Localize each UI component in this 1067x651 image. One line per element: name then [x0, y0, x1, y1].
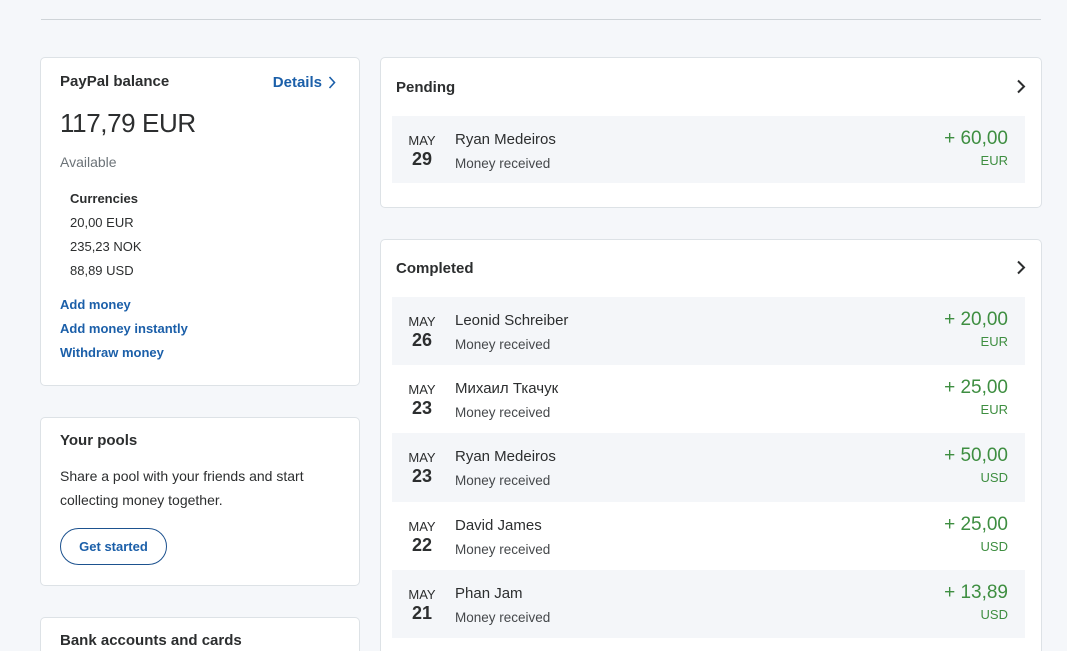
- transaction-currency: EUR: [980, 402, 1008, 417]
- transaction-counterparty: Leonid Schreiber: [455, 312, 569, 329]
- transaction-day: 23: [411, 398, 433, 418]
- transaction-date: MAY 29: [392, 116, 452, 183]
- available-label: Available: [60, 154, 117, 170]
- transaction-month: MAY: [408, 450, 436, 465]
- currency-balance-eur: 20,00 EUR: [70, 215, 134, 230]
- transaction-date: MAY 21: [392, 570, 452, 638]
- transaction-date: MAY 26: [392, 297, 452, 365]
- transaction-amount: + 60,00: [944, 128, 1008, 149]
- transaction-status: Money received: [455, 405, 551, 420]
- transaction-date: MAY 22: [392, 502, 452, 570]
- transaction-currency: USD: [980, 470, 1008, 485]
- transaction-status: Money received: [455, 542, 551, 557]
- transaction-amount: + 50,00: [944, 445, 1008, 466]
- paypal-balance-card: PayPal balance Details 117,79 EUR Availa…: [40, 57, 360, 386]
- completed-transaction-row[interactable]: MAY 26 Leonid Schreiber Money received +…: [392, 297, 1025, 365]
- completed-title: Completed: [396, 260, 474, 277]
- transaction-counterparty: Ryan Medeiros: [455, 448, 556, 465]
- chevron-right-icon[interactable]: [1016, 260, 1026, 275]
- transaction-counterparty: Phan Jam: [455, 585, 523, 602]
- balance-title: PayPal balance: [60, 73, 170, 90]
- transaction-date: MAY 23: [392, 365, 452, 433]
- transaction-month: MAY: [408, 519, 436, 534]
- bank-accounts-card: Bank accounts and cards: [40, 617, 360, 651]
- pools-description: Share a pool with your friends and start…: [60, 468, 304, 508]
- transaction-day: 23: [411, 466, 433, 486]
- transaction-day: 21: [411, 603, 433, 623]
- pending-transaction-row[interactable]: MAY 29 Ryan Medeiros Money received + 60…: [392, 116, 1025, 183]
- bank-accounts-title: Bank accounts and cards: [60, 632, 242, 649]
- transaction-amount: + 25,00: [944, 377, 1008, 398]
- completed-transaction-row[interactable]: MAY 22 David James Money received + 25,0…: [392, 502, 1025, 570]
- transaction-day: 29: [411, 149, 433, 169]
- transaction-day: 22: [411, 535, 433, 555]
- transaction-counterparty: David James: [455, 517, 542, 534]
- currencies-label: Currencies: [70, 191, 138, 206]
- transaction-amount: + 20,00: [944, 309, 1008, 330]
- transaction-month: MAY: [408, 587, 436, 602]
- transaction-counterparty: Михаил Ткачук: [455, 380, 559, 397]
- transaction-status: Money received: [455, 156, 551, 171]
- transaction-amount: + 13,89: [944, 582, 1008, 603]
- transaction-currency: USD: [980, 607, 1008, 622]
- transaction-currency: EUR: [980, 153, 1008, 168]
- completed-transaction-row[interactable]: MAY 21 Phan Jam Money received + 13,89 U…: [392, 570, 1025, 638]
- transaction-month: MAY: [408, 314, 436, 329]
- transaction-status: Money received: [455, 610, 551, 625]
- transaction-date: MAY 23: [392, 433, 452, 502]
- transaction-amount: + 25,00: [944, 514, 1008, 535]
- transaction-day: 26: [411, 330, 433, 350]
- balance-amount: 117,79 EUR: [60, 108, 196, 138]
- get-started-button[interactable]: Get started: [60, 528, 167, 565]
- transaction-currency: EUR: [980, 334, 1008, 349]
- transaction-month: MAY: [408, 382, 436, 397]
- completed-card: Completed MAY 26 Leonid Schreiber Money …: [380, 239, 1042, 651]
- pools-title: Your pools: [60, 432, 138, 449]
- transaction-status: Money received: [455, 473, 551, 488]
- pending-card: Pending MAY 29 Ryan Medeiros Money recei…: [380, 57, 1042, 208]
- pools-card: Your pools Share a pool with your friend…: [40, 417, 360, 586]
- currency-balance-nok: 235,23 NOK: [70, 239, 142, 254]
- completed-transaction-row[interactable]: MAY 23 Ryan Medeiros Money received + 50…: [392, 433, 1025, 502]
- transaction-month: MAY: [408, 133, 436, 148]
- completed-transaction-row[interactable]: MAY 23 Михаил Ткачук Money received + 25…: [392, 365, 1025, 433]
- transaction-currency: USD: [980, 539, 1008, 554]
- top-divider: [41, 19, 1041, 20]
- withdraw-money-link[interactable]: Withdraw money: [60, 344, 164, 362]
- chevron-right-icon: [328, 75, 336, 89]
- chevron-right-icon[interactable]: [1016, 79, 1026, 94]
- details-label: Details: [272, 73, 322, 91]
- balance-details-link[interactable]: Details: [273, 72, 336, 92]
- add-money-link[interactable]: Add money: [60, 296, 131, 314]
- pending-title: Pending: [396, 79, 456, 96]
- add-money-instantly-link[interactable]: Add money instantly: [60, 320, 188, 338]
- currency-balance-usd: 88,89 USD: [70, 263, 134, 278]
- transaction-status: Money received: [455, 337, 551, 352]
- transaction-counterparty: Ryan Medeiros: [455, 131, 556, 148]
